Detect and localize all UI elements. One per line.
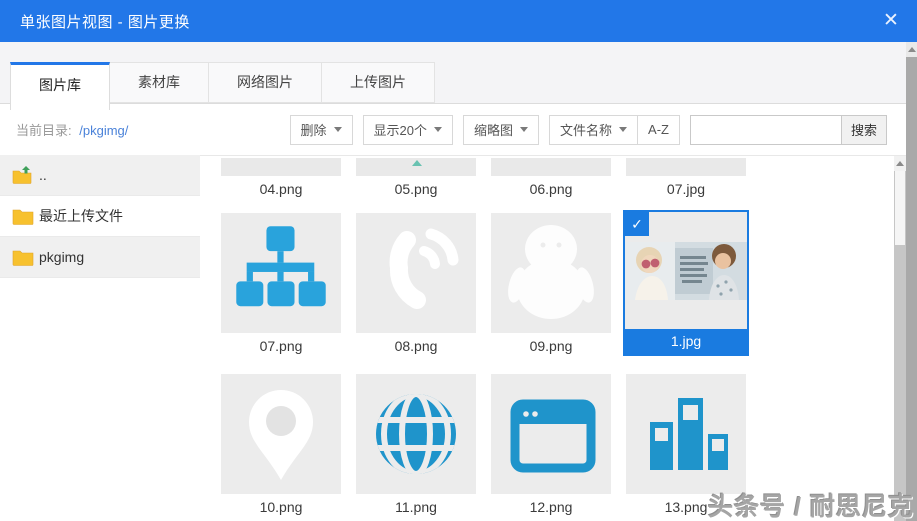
grid-item-12png[interactable]: 12.png bbox=[491, 374, 611, 515]
dialog-titlebar: 单张图片视图 - 图片更换 bbox=[0, 0, 917, 42]
grid-scrollbar-thumb[interactable] bbox=[895, 171, 905, 245]
sidebar-item-label: 最近上传文件 bbox=[39, 208, 123, 224]
tab-material-library[interactable]: 素材库 bbox=[109, 62, 209, 103]
check-icon[interactable]: ✓ bbox=[625, 212, 649, 236]
thumbnail-cutoff bbox=[356, 158, 476, 176]
folder-icon bbox=[12, 250, 34, 266]
file-name: 12.png bbox=[529, 499, 573, 515]
sort-order-label: A-Z bbox=[648, 122, 669, 137]
chevron-down-icon bbox=[520, 127, 529, 132]
sort-field-label: 文件名称 bbox=[560, 123, 613, 138]
sidebar-item-label: .. bbox=[39, 167, 47, 183]
show-count-dropdown-button[interactable]: 显示20个 bbox=[362, 114, 453, 145]
grid-item-07png[interactable]: 07.png bbox=[221, 213, 341, 356]
sort-field-dropdown-button[interactable]: 文件名称 bbox=[549, 114, 639, 145]
thumbnail-grid: 04.png 05.png 06.png 07.jpg 07.png 08.pn… bbox=[200, 155, 917, 521]
grid-item-11png[interactable]: 11.png bbox=[356, 374, 476, 515]
grid-item-10png[interactable]: 10.png bbox=[221, 374, 341, 515]
chevron-down-icon bbox=[333, 127, 342, 132]
file-name: 06.png bbox=[529, 181, 573, 197]
globe-icon bbox=[376, 394, 456, 474]
thumbnail-cutoff bbox=[221, 158, 341, 176]
chevron-down-icon bbox=[619, 127, 628, 132]
view-mode-label: 缩略图 bbox=[474, 123, 514, 138]
grid-item-04[interactable]: 04.png bbox=[221, 156, 341, 197]
delete-label: 删除 bbox=[300, 123, 327, 138]
grid-row: 07.png 08.png 09.png ✓ 1.jpg bbox=[221, 210, 917, 356]
show-count-label: 显示20个 bbox=[373, 123, 427, 138]
sidebar-item-parent-dir[interactable]: .. bbox=[0, 155, 200, 196]
tab-upload-images[interactable]: 上传图片 bbox=[321, 62, 435, 103]
tab-web-images[interactable]: 网络图片 bbox=[208, 62, 322, 103]
grid-item-09png[interactable]: 09.png bbox=[491, 213, 611, 356]
sidebar-item-pkgimg[interactable]: pkgimg bbox=[0, 237, 200, 278]
photo-thumbnail bbox=[625, 241, 747, 300]
watermark-text: 头条号 / 耐思尼克 bbox=[708, 493, 914, 521]
qq-penguin-icon bbox=[508, 225, 594, 319]
grid-item-08png[interactable]: 08.png bbox=[356, 213, 476, 356]
file-name: 11.png bbox=[395, 499, 437, 515]
file-name: 10.png bbox=[259, 499, 303, 515]
content-area: .. 最近上传文件 pkgimg 04.png 05.png 06.png 07… bbox=[0, 155, 917, 521]
close-icon[interactable]: ✕ bbox=[879, 9, 903, 33]
sidebar-item-label: pkgimg bbox=[39, 249, 85, 265]
grid-item-05[interactable]: 05.png bbox=[356, 156, 476, 197]
search-input[interactable] bbox=[689, 114, 842, 145]
image-picker-dialog: 单张图片视图 - 图片更换 ✕ 图片库 素材库 网络图片 上传图片 当前目录: … bbox=[0, 0, 917, 521]
grid-item-1jpg-selected[interactable]: ✓ 1.jpg bbox=[623, 210, 749, 356]
folder-sidebar: .. 最近上传文件 pkgimg bbox=[0, 155, 200, 521]
toolbar-controls: 删除 显示20个 缩略图 文件名称 A-Z 搜索 bbox=[280, 114, 887, 145]
chevron-down-icon bbox=[434, 127, 442, 132]
toolbar: 当前目录: /pkgimg/ 删除 显示20个 缩略图 文件名称 A-Z 搜索 bbox=[0, 104, 917, 155]
search-box: 搜索 bbox=[689, 114, 887, 145]
folder-up-icon bbox=[12, 166, 32, 184]
org-chart-icon bbox=[236, 226, 326, 307]
chevron-up-icon[interactable] bbox=[906, 42, 917, 57]
grid-item-06[interactable]: 06.png bbox=[491, 156, 611, 197]
selected-file-name: 1.jpg bbox=[625, 329, 747, 354]
chevron-up-icon[interactable] bbox=[894, 156, 906, 171]
breadcrumb-path[interactable]: /pkgimg/ bbox=[79, 123, 128, 138]
grid-item-07jpg[interactable]: 07.jpg bbox=[626, 156, 746, 197]
dialog-title: 单张图片视图 - 图片更换 bbox=[20, 13, 190, 31]
browser-window-icon bbox=[510, 399, 596, 473]
file-name: 07.jpg bbox=[666, 181, 706, 197]
delete-dropdown-button[interactable]: 删除 bbox=[289, 114, 353, 145]
phone-icon bbox=[389, 228, 459, 309]
cutoff-icon-tip bbox=[412, 160, 422, 166]
file-name: 04.png bbox=[259, 181, 303, 197]
thumbnail-cutoff bbox=[626, 158, 746, 176]
view-mode-dropdown-button[interactable]: 缩略图 bbox=[463, 114, 540, 145]
folder-icon bbox=[12, 209, 34, 225]
tab-bar: 图片库 素材库 网络图片 上传图片 bbox=[0, 42, 917, 110]
search-button[interactable]: 搜索 bbox=[840, 114, 887, 145]
file-name: 07.png bbox=[259, 338, 303, 354]
grid-row-partial: 04.png 05.png 06.png 07.jpg bbox=[221, 156, 917, 197]
sort-button-group: 文件名称 A-Z bbox=[549, 114, 680, 145]
breadcrumb: 当前目录: /pkgimg/ bbox=[16, 120, 128, 139]
file-name: 05.png bbox=[394, 181, 438, 197]
grid-scrollbar[interactable] bbox=[893, 156, 906, 521]
bar-chart-icon bbox=[650, 398, 728, 470]
file-name: 09.png bbox=[529, 338, 573, 354]
sort-order-button[interactable]: A-Z bbox=[637, 114, 680, 145]
breadcrumb-label: 当前目录: bbox=[16, 123, 72, 138]
map-pin-icon bbox=[249, 390, 313, 480]
thumbnail-cutoff bbox=[491, 158, 611, 176]
sidebar-item-recent-uploads[interactable]: 最近上传文件 bbox=[0, 196, 200, 237]
file-name: 08.png bbox=[394, 338, 438, 354]
tab-image-library[interactable]: 图片库 bbox=[10, 62, 110, 110]
page-scrollbar[interactable] bbox=[906, 42, 917, 521]
